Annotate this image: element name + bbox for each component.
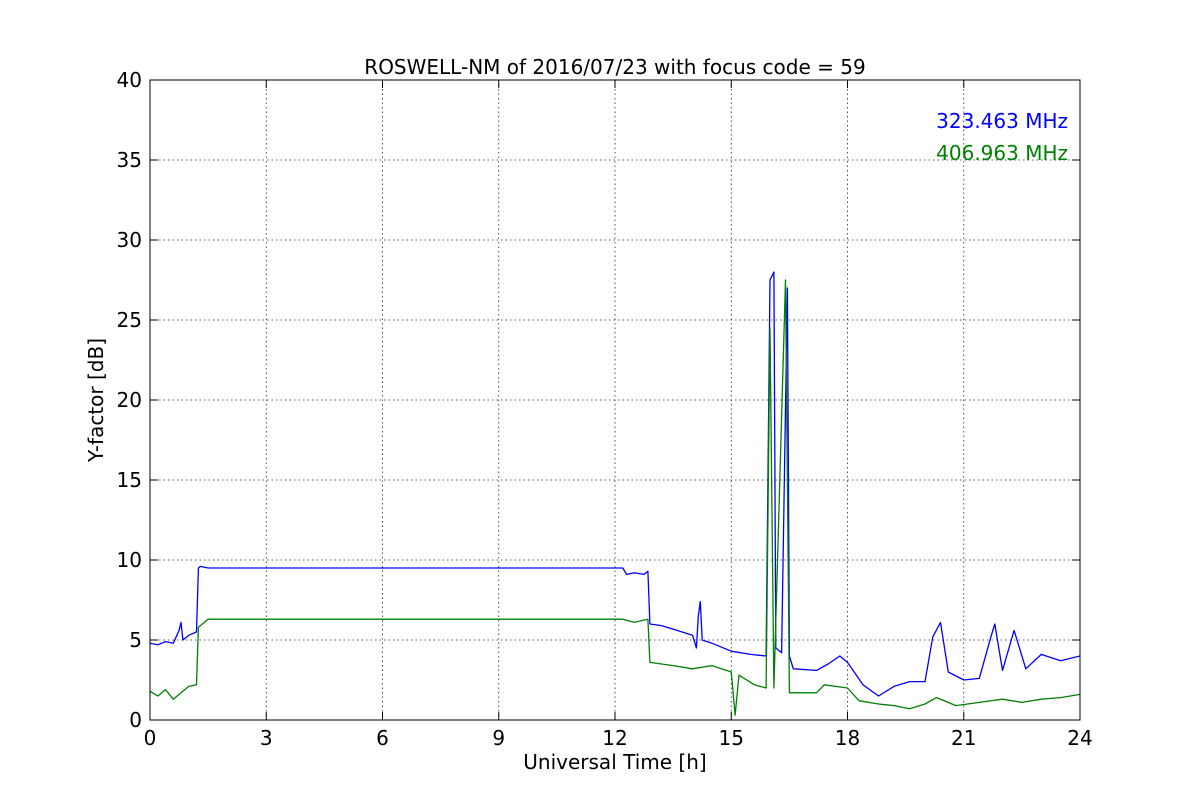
x-tick-label: 24 bbox=[1067, 726, 1092, 750]
legend-label-406-mhz: 406.963 MHz bbox=[936, 141, 1068, 165]
legend-label-323-mhz: 323.463 MHz bbox=[936, 109, 1068, 133]
y-tick-label: 25 bbox=[117, 308, 142, 332]
series-group bbox=[150, 271, 1080, 716]
series-line-0 bbox=[150, 271, 1080, 697]
series-line-1 bbox=[150, 279, 1080, 716]
y-axis-title: Y-factor [dB] bbox=[84, 338, 108, 463]
x-tick-label: 12 bbox=[602, 726, 627, 750]
x-tick-label: 18 bbox=[835, 726, 860, 750]
x-tick-label: 9 bbox=[492, 726, 505, 750]
x-axis-title: Universal Time [h] bbox=[523, 750, 706, 774]
y-tick-label: 20 bbox=[117, 388, 142, 412]
legend: 323.463 MHz 406.963 MHz bbox=[936, 109, 1068, 165]
y-tick-label: 15 bbox=[117, 468, 142, 492]
x-tick-label: 6 bbox=[376, 726, 389, 750]
y-factor-chart: ROSWELL-NM of 2016/07/23 with focus code… bbox=[84, 55, 1093, 774]
chart-title: ROSWELL-NM of 2016/07/23 with focus code… bbox=[364, 55, 865, 79]
y-tick-label: 30 bbox=[117, 228, 142, 252]
y-tick-label: 35 bbox=[117, 148, 142, 172]
ticks: 0 3 6 9 12 15 18 21 24 0 5 10 15 20 25 30 35 40 bbox=[117, 68, 1093, 750]
y-tick-label: 10 bbox=[117, 548, 142, 572]
y-tick-label: 40 bbox=[117, 68, 142, 92]
y-tick-label: 5 bbox=[129, 628, 142, 652]
x-tick-label: 3 bbox=[260, 726, 273, 750]
x-tick-label: 21 bbox=[951, 726, 976, 750]
y-tick-label: 0 bbox=[129, 708, 142, 732]
x-tick-label: 15 bbox=[719, 726, 744, 750]
x-tick-label: 0 bbox=[144, 726, 157, 750]
